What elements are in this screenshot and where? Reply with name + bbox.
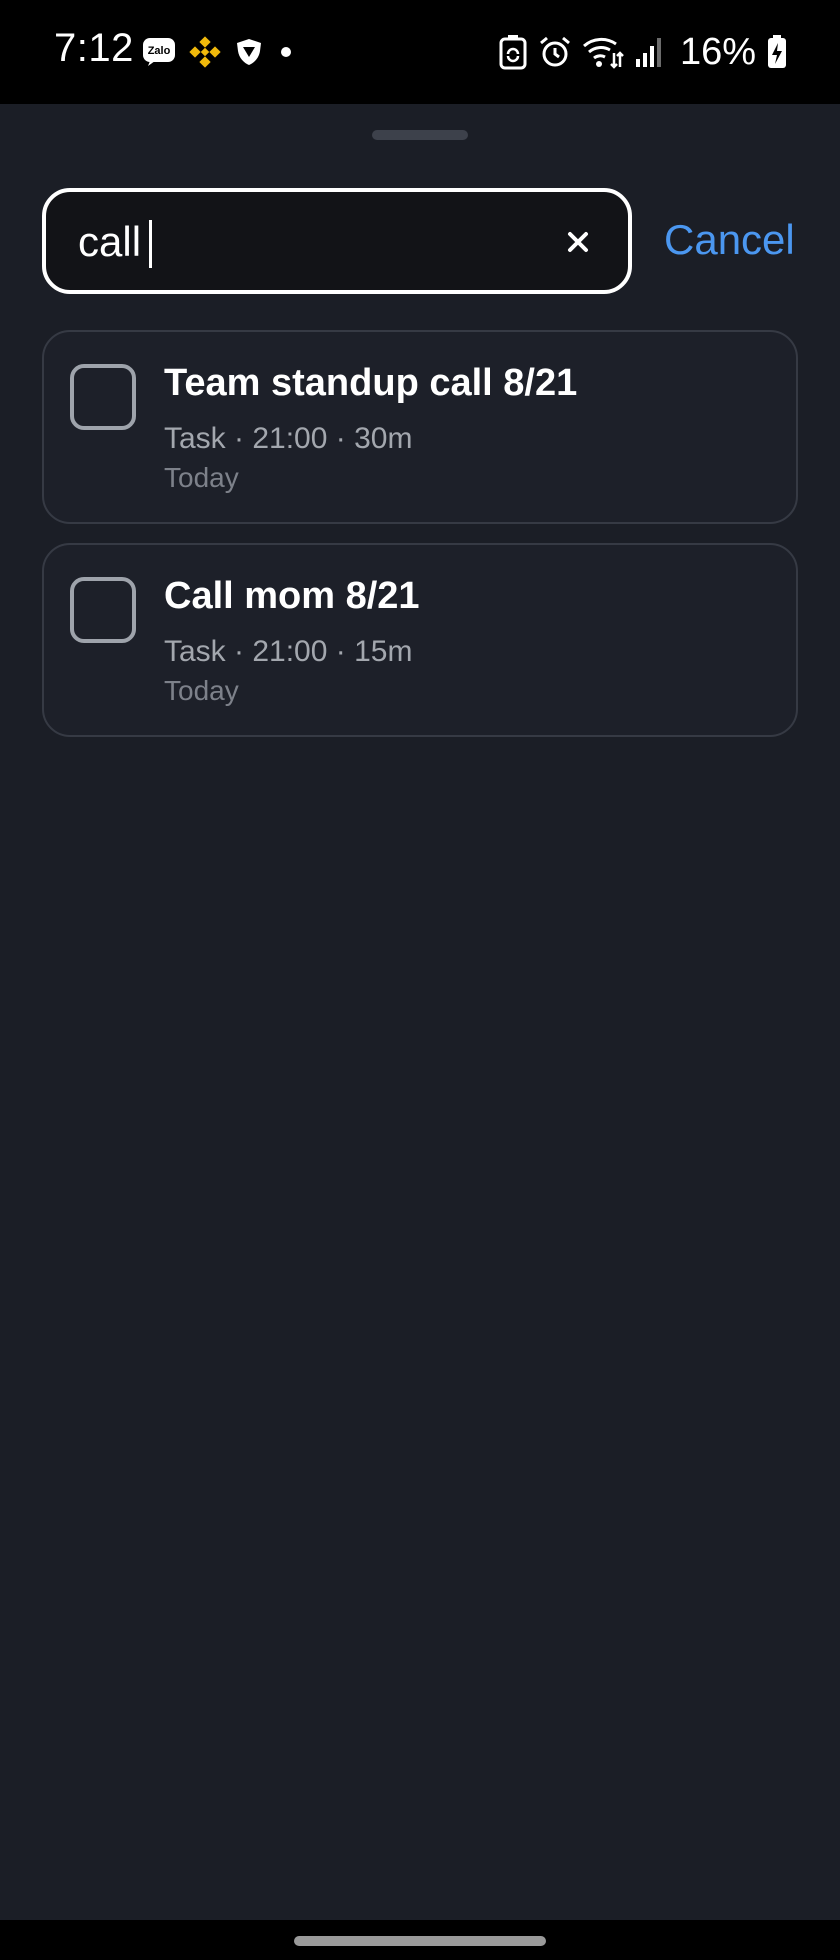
home-indicator[interactable] [294, 1936, 546, 1946]
shield-icon [234, 37, 264, 67]
task-checkbox[interactable] [70, 577, 136, 643]
drag-handle[interactable] [372, 130, 468, 140]
navigation-bar [0, 1920, 840, 1960]
signal-icon [634, 35, 664, 69]
status-left-icons: Zalo [142, 32, 296, 72]
search-result-item[interactable]: Call mom 8/21 Task · 21:00 · 15m Today [42, 543, 798, 737]
task-title: Call mom 8/21 [164, 575, 420, 617]
task-date: Today [164, 675, 239, 706]
task-meta: Task · 21:00 · 30m [164, 422, 413, 455]
zalo-icon: Zalo [142, 37, 176, 67]
cancel-button[interactable]: Cancel [664, 216, 795, 264]
dot-icon [276, 42, 296, 62]
search-input[interactable] [78, 210, 518, 274]
task-date: Today [164, 462, 239, 493]
battery-saver-icon [498, 34, 528, 70]
task-checkbox[interactable] [70, 364, 136, 430]
battery-percent: 16% [679, 30, 756, 73]
binance-icon [188, 35, 222, 69]
battery-icon [766, 34, 788, 70]
alarm-icon [538, 35, 572, 69]
task-meta: Task · 21:00 · 15m [164, 635, 413, 668]
task-title: Team standup call 8/21 [164, 362, 578, 404]
search-result-item[interactable]: Team standup call 8/21 Task · 21:00 · 30… [42, 330, 798, 524]
clear-search-button[interactable] [556, 220, 600, 264]
zalo-icon-label: Zalo [148, 45, 171, 57]
search-box[interactable] [42, 188, 632, 294]
text-caret [149, 220, 152, 268]
wifi-icon [582, 35, 624, 69]
close-icon [567, 231, 589, 253]
search-sheet: Cancel Team standup call 8/21 Task · 21:… [0, 104, 840, 1920]
status-right-icons: 16% [498, 28, 788, 76]
status-time: 7:12 [54, 26, 134, 70]
status-bar: 7:12 Zalo 16% [0, 0, 840, 104]
